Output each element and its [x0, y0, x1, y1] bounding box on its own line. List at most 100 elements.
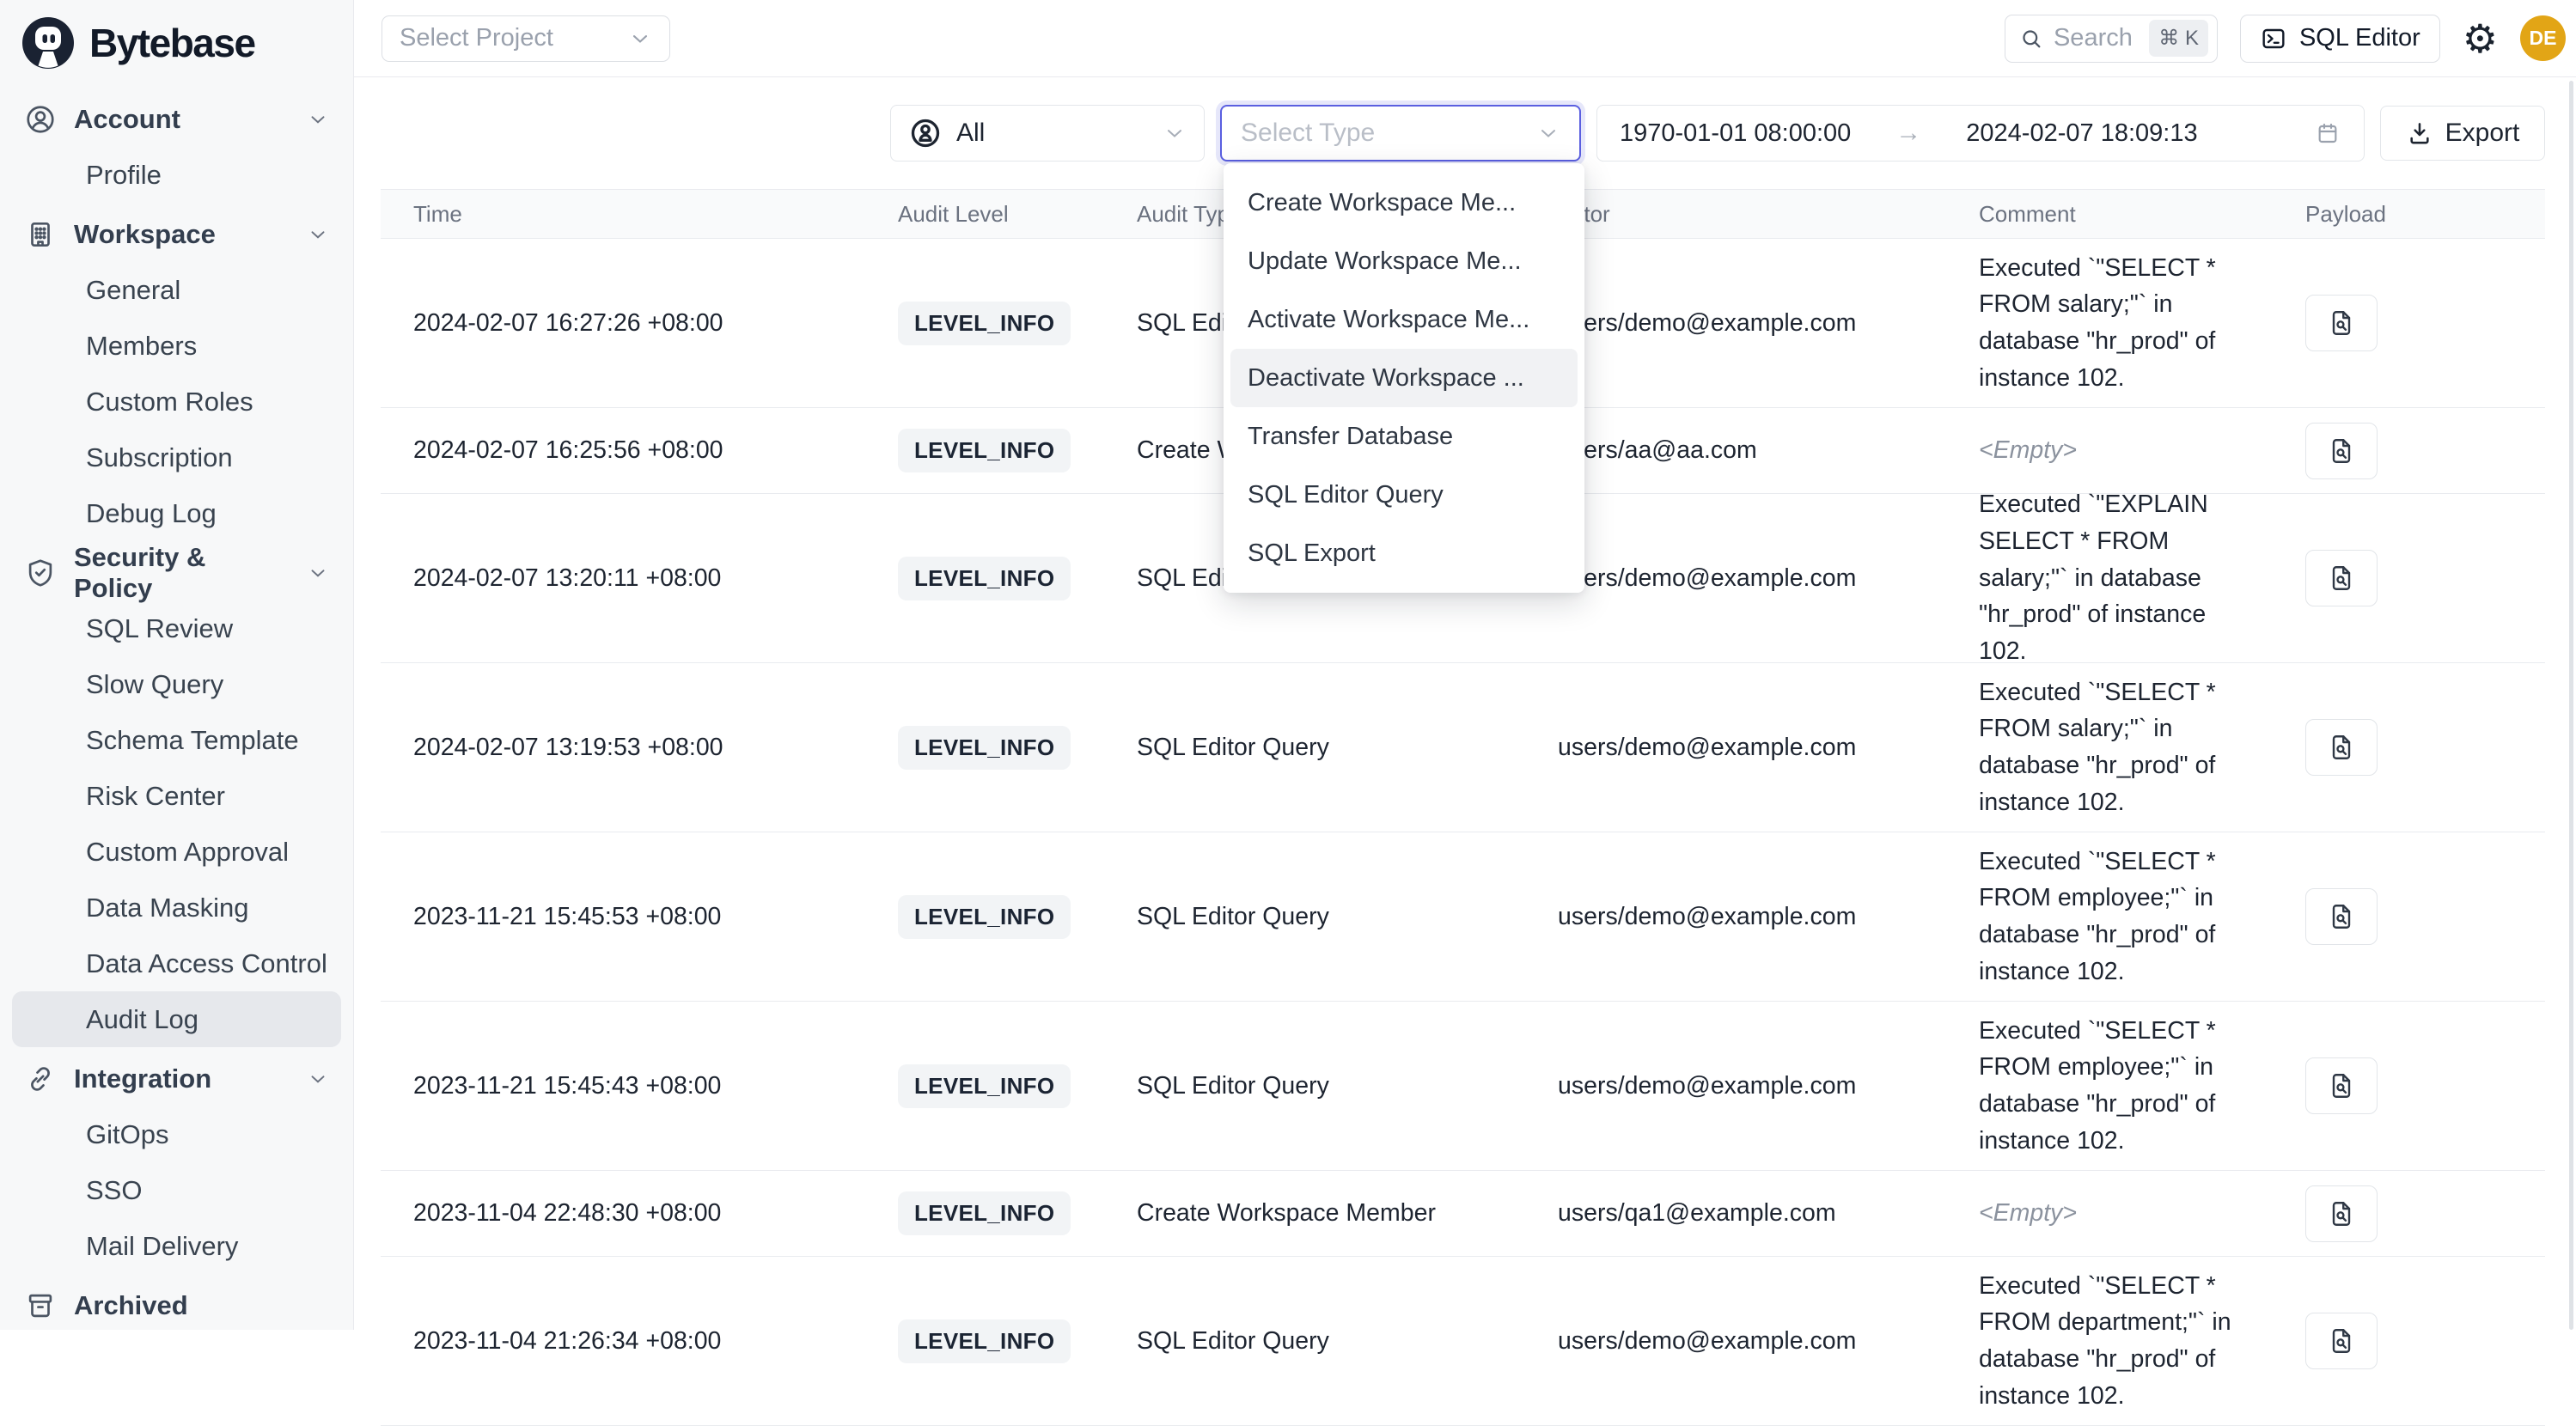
sidebar-item-mail-delivery[interactable]: Mail Delivery: [12, 1218, 341, 1274]
sidebar-item-risk-center[interactable]: Risk Center: [12, 768, 341, 824]
actor-filter-select[interactable]: All: [890, 105, 1205, 161]
date-to[interactable]: 2024-02-07 18:09:13: [1966, 119, 2197, 148]
cell-payload: [2273, 295, 2545, 351]
sidebar-item-general[interactable]: General: [12, 262, 341, 318]
cell-payload: [2273, 1057, 2545, 1114]
type-filter-placeholder: Select Type: [1241, 119, 1375, 148]
sidebar-item-sql-review[interactable]: SQL Review: [12, 600, 341, 656]
payload-view-button[interactable]: [2305, 295, 2378, 351]
topbar-actions: Search ⌘ K SQL Editor ⚙ DE: [2005, 15, 2566, 63]
level-badge: LEVEL_INFO: [898, 895, 1071, 939]
dropdown-option-deactivate-workspace-member[interactable]: Deactivate Workspace ...: [1230, 349, 1578, 407]
table-row: 2024-02-07 13:19:53 +08:00 LEVEL_INFO SQ…: [381, 663, 2545, 832]
level-badge: LEVEL_INFO: [898, 1319, 1071, 1363]
level-badge: LEVEL_INFO: [898, 302, 1071, 345]
cell-time: 2024-02-07 16:27:26 +08:00: [381, 309, 865, 338]
sidebar-item-debug-log[interactable]: Debug Log: [12, 485, 341, 541]
cell-payload: [2273, 1313, 2545, 1369]
cell-payload: [2273, 719, 2545, 776]
section-label: Archived: [74, 1290, 188, 1321]
actor-filter-value: All: [956, 119, 985, 148]
search-input[interactable]: Search ⌘ K: [2005, 15, 2218, 63]
sidebar-item-schema-template[interactable]: Schema Template: [12, 712, 341, 768]
chevron-down-icon: [628, 27, 652, 51]
cell-actor: users/demo@example.com: [1525, 1327, 1946, 1356]
cell-comment: <Empty>: [1946, 432, 2273, 469]
dropdown-option-sql-editor-query[interactable]: SQL Editor Query: [1230, 466, 1578, 524]
file-search-icon: [2326, 1198, 2357, 1229]
sidebar-section-integration[interactable]: Integration: [12, 1051, 341, 1106]
chevron-down-icon: [307, 1068, 329, 1090]
sidebar-item-sso[interactable]: SSO: [12, 1162, 341, 1218]
sidebar-item-members[interactable]: Members: [12, 318, 341, 374]
cell-audit-type: SQL Editor Query: [1104, 1327, 1525, 1356]
cell-audit-level: LEVEL_INFO: [865, 302, 1104, 345]
payload-view-button[interactable]: [2305, 1185, 2378, 1242]
gear-icon[interactable]: ⚙: [2463, 19, 2498, 58]
sidebar-item-custom-approval[interactable]: Custom Approval: [12, 824, 341, 880]
sidebar-item-slow-query[interactable]: Slow Query: [12, 656, 341, 712]
payload-view-button[interactable]: [2305, 1313, 2378, 1369]
cell-comment: Executed `"SELECT * FROM employee;"` in …: [1946, 1013, 2273, 1160]
export-button[interactable]: Export: [2380, 106, 2545, 161]
sidebar-item-data-masking[interactable]: Data Masking: [12, 880, 341, 935]
sql-editor-button[interactable]: SQL Editor: [2240, 15, 2440, 63]
download-icon: [2406, 119, 2433, 147]
sidebar-item-audit-log[interactable]: Audit Log: [12, 991, 341, 1047]
cell-actor: users/demo@example.com: [1525, 903, 1946, 931]
project-selector[interactable]: Select Project: [382, 15, 670, 62]
sidebar-section-security-policy[interactable]: Security & Policy: [12, 545, 341, 600]
brand-logo[interactable]: Bytebase: [0, 0, 353, 82]
column-header-time: Time: [381, 201, 865, 228]
column-header-audit-level: Audit Level: [865, 201, 1104, 228]
dropdown-option-update-workspace-member[interactable]: Update Workspace Me...: [1230, 232, 1578, 290]
payload-view-button[interactable]: [2305, 719, 2378, 776]
cell-audit-level: LEVEL_INFO: [865, 429, 1104, 472]
dropdown-option-transfer-database[interactable]: Transfer Database: [1230, 407, 1578, 466]
type-filter-select[interactable]: Select Type: [1220, 105, 1581, 161]
sidebar-item-subscription[interactable]: Subscription: [12, 430, 341, 485]
date-range-picker[interactable]: 1970-01-01 08:00:00 → 2024-02-07 18:09:1…: [1596, 105, 2365, 161]
cell-audit-type: SQL Editor Query: [1104, 1072, 1525, 1100]
column-header-comment: Comment: [1946, 201, 2273, 228]
terminal-icon: [2260, 25, 2287, 52]
scrollbar[interactable]: [2569, 81, 2573, 1330]
avatar[interactable]: DE: [2520, 15, 2566, 61]
sidebar-section-workspace[interactable]: Workspace: [12, 206, 341, 262]
chevron-down-icon: [1536, 121, 1560, 145]
cell-audit-level: LEVEL_INFO: [865, 1319, 1104, 1363]
cell-actor: users/demo@example.com: [1525, 309, 1946, 338]
sidebar-item-custom-roles[interactable]: Custom Roles: [12, 374, 341, 430]
table-row: 2023-11-21 15:45:43 +08:00 LEVEL_INFO SQ…: [381, 1002, 2545, 1171]
sidebar-item-gitops[interactable]: GitOps: [12, 1106, 341, 1162]
file-search-icon: [2326, 1070, 2357, 1101]
type-filter-dropdown-menu: Create Workspace Me... Update Workspace …: [1224, 163, 1584, 593]
cell-payload: [2273, 888, 2545, 945]
sidebar-item-data-access-control[interactable]: Data Access Control: [12, 935, 341, 991]
topbar: Select Project Search ⌘ K: [354, 0, 2576, 77]
payload-view-button[interactable]: [2305, 1057, 2378, 1114]
payload-view-button[interactable]: [2305, 888, 2378, 945]
sidebar-section-account[interactable]: Account: [12, 91, 341, 147]
cell-audit-level: LEVEL_INFO: [865, 1064, 1104, 1108]
dropdown-option-sql-export[interactable]: SQL Export: [1230, 524, 1578, 582]
cell-audit-level: LEVEL_INFO: [865, 557, 1104, 600]
table-row: 2023-11-04 22:48:30 +08:00 LEVEL_INFO Cr…: [381, 1171, 2545, 1257]
date-from[interactable]: 1970-01-01 08:00:00: [1620, 119, 1851, 148]
sidebar: Bytebase Account Profile: [0, 0, 354, 1330]
cell-audit-level: LEVEL_INFO: [865, 1191, 1104, 1235]
section-label: Security & Policy: [74, 542, 290, 604]
cell-payload: [2273, 550, 2545, 606]
file-search-icon: [2326, 901, 2357, 932]
cell-audit-level: LEVEL_INFO: [865, 726, 1104, 770]
person-circle-icon: [908, 116, 943, 150]
sidebar-item-profile[interactable]: Profile: [12, 147, 341, 203]
dropdown-option-create-workspace-member[interactable]: Create Workspace Me...: [1230, 174, 1578, 232]
sidebar-section-archived[interactable]: Archived: [12, 1277, 341, 1333]
column-header-payload: Payload: [2273, 201, 2545, 228]
arrow-right-icon: →: [1895, 119, 1921, 148]
payload-view-button[interactable]: [2305, 550, 2378, 606]
dropdown-option-activate-workspace-member[interactable]: Activate Workspace Me...: [1230, 290, 1578, 349]
payload-view-button[interactable]: [2305, 423, 2378, 479]
cell-time: 2024-02-07 13:20:11 +08:00: [381, 564, 865, 593]
